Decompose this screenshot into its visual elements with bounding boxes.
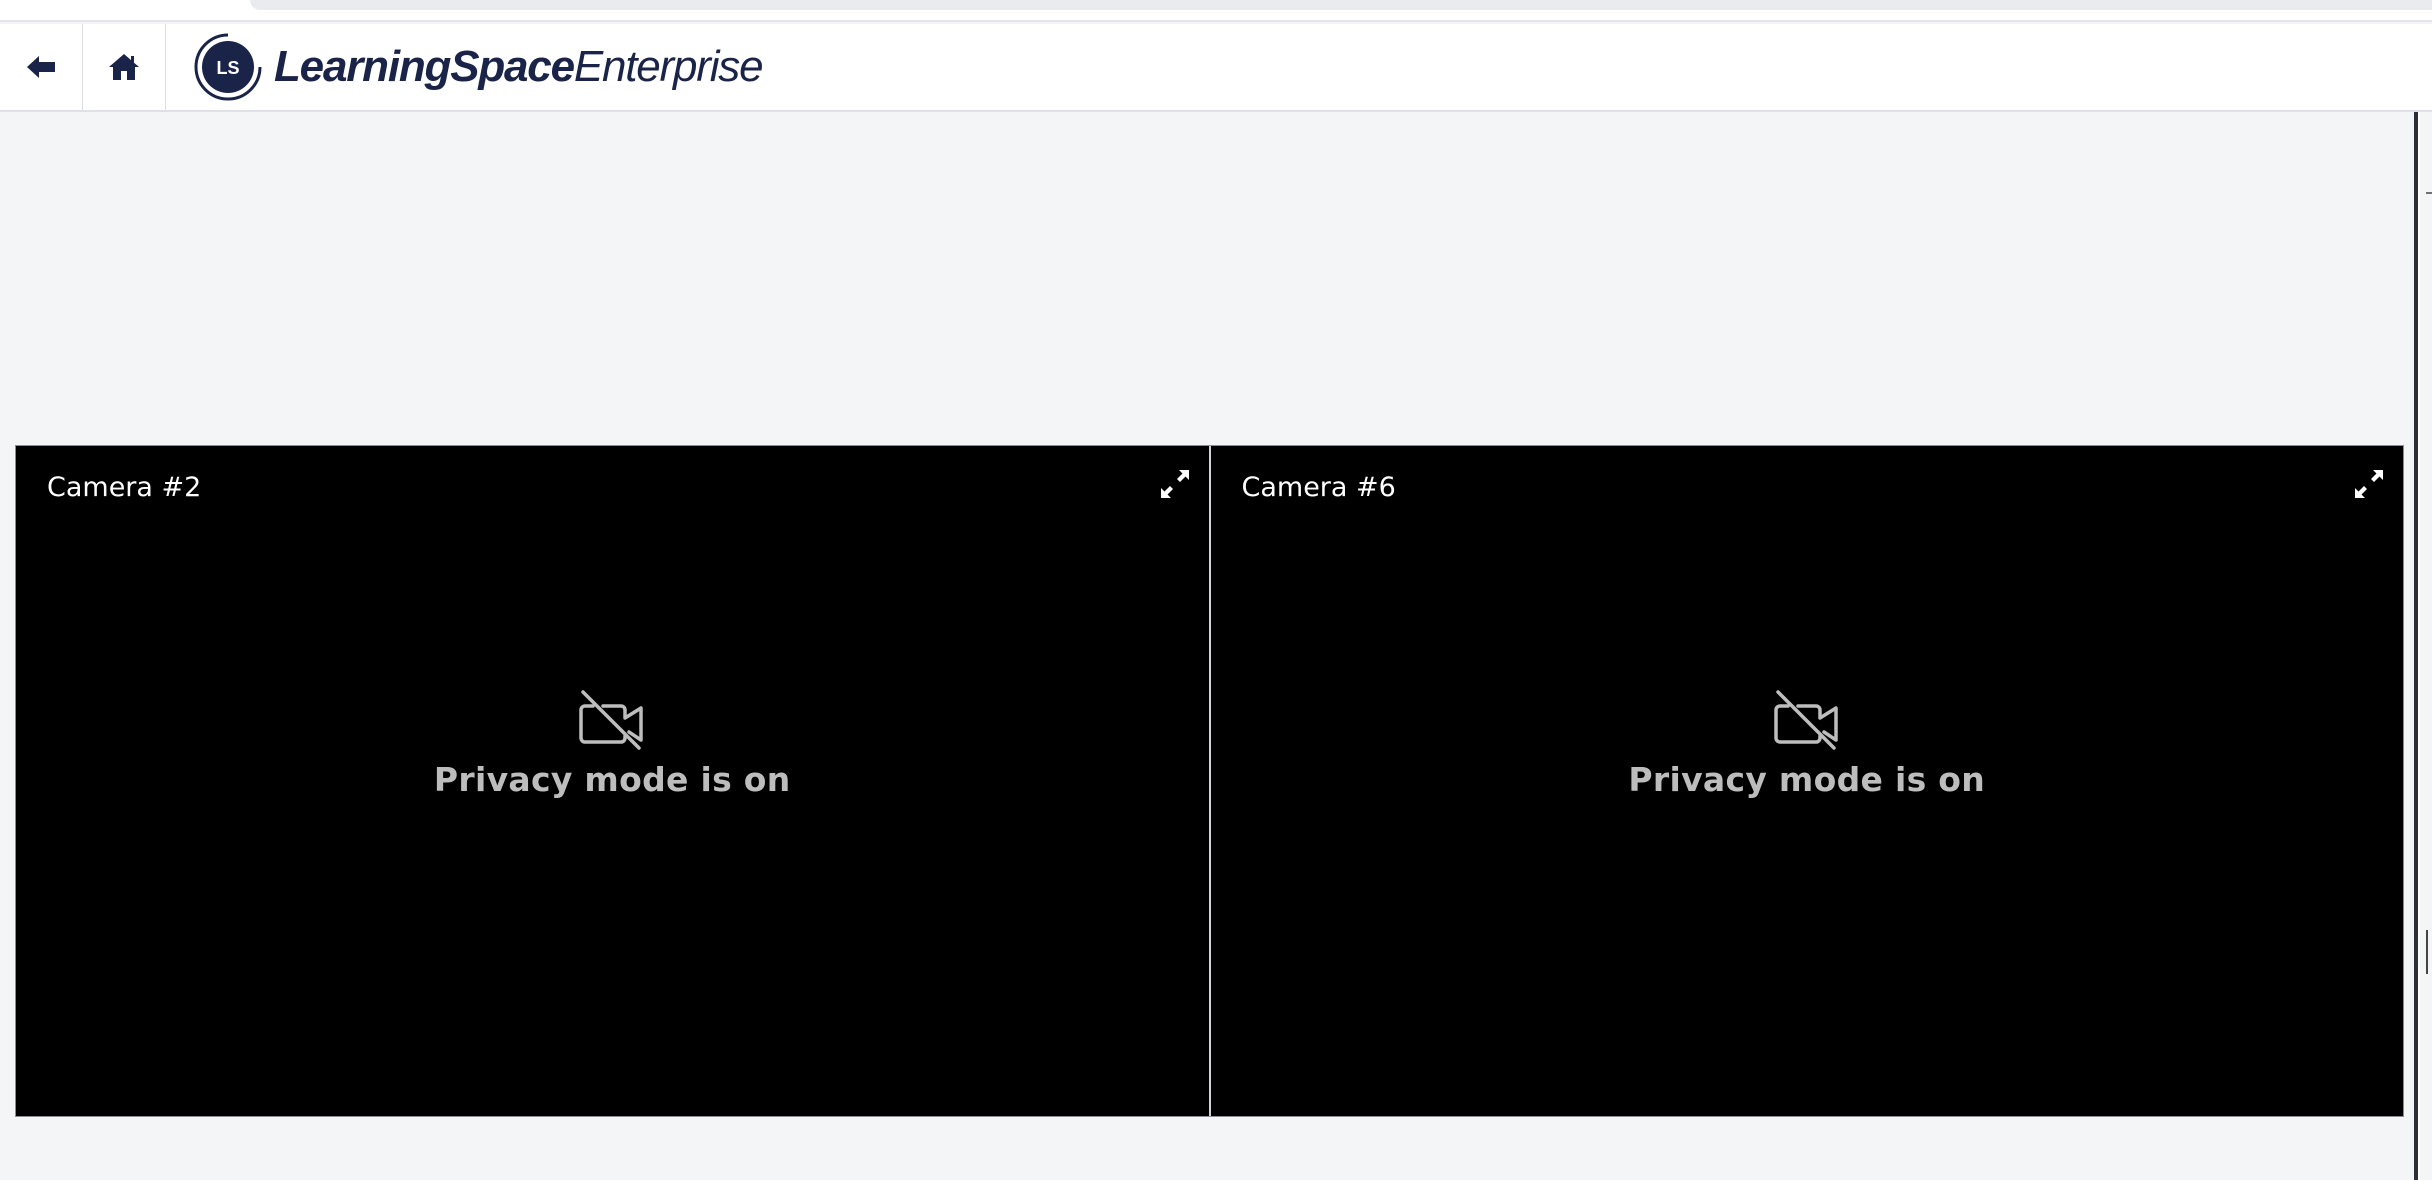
brand-name-light: Enterprise (573, 42, 764, 91)
home-icon (109, 54, 139, 80)
expand-icon (1160, 470, 1189, 498)
logo-initials: LS (216, 58, 239, 78)
brand-logo[interactable]: LS LearningSpaceEnterprise (166, 24, 764, 110)
camera-off-icon (579, 690, 643, 750)
expand-button[interactable] (2353, 468, 2385, 500)
browser-address-area (250, 0, 2432, 10)
browser-tab-strip (0, 0, 2432, 22)
app-header: LS LearningSpaceEnterprise (0, 24, 2432, 112)
privacy-status-text: Privacy mode is on (1628, 760, 1986, 799)
scroll-handle[interactable] (2426, 930, 2430, 974)
back-button[interactable] (0, 24, 83, 110)
privacy-overlay: Privacy mode is on (16, 690, 1209, 799)
privacy-status-text: Privacy mode is on (433, 760, 791, 799)
brand-name-bold: LearningSpace (274, 42, 575, 91)
camera-label: Camera #6 (1241, 472, 1396, 503)
camera-tile-2[interactable]: Camera #2 Privacy mode is on (16, 446, 1209, 1116)
privacy-overlay: Privacy mode is on (1211, 690, 2404, 799)
arrow-left-icon (27, 56, 55, 78)
expand-button[interactable] (1159, 468, 1191, 500)
home-button[interactable] (83, 24, 166, 110)
camera-grid: Camera #2 Privacy mode is on Camera #6 P… (15, 445, 2404, 1117)
camera-label: Camera #2 (47, 472, 202, 503)
logo-mark: LS (194, 33, 262, 101)
expand-icon (2355, 470, 2383, 498)
scroll-tick (2426, 192, 2432, 194)
camera-tile-6[interactable]: Camera #6 Privacy mode is on (1210, 446, 2404, 1116)
page-scrollbar[interactable] (2414, 112, 2420, 1180)
camera-off-icon (1774, 690, 1838, 750)
brand-name: LearningSpaceEnterprise (274, 42, 764, 92)
